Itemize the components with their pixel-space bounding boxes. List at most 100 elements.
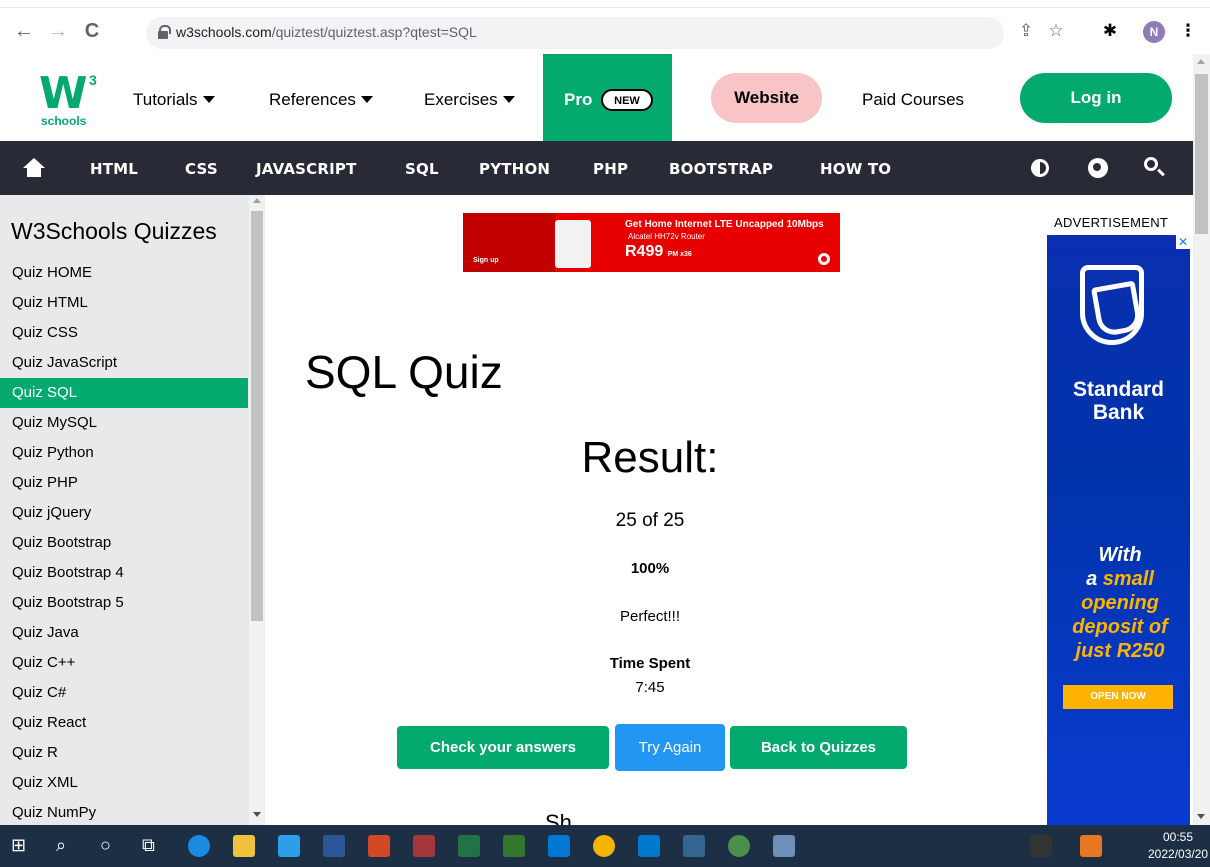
forward-arrow-icon[interactable]: → bbox=[46, 19, 70, 43]
result-heading: Result: bbox=[581, 433, 719, 482]
file-explorer-icon[interactable] bbox=[233, 835, 255, 857]
search-icon[interactable]: ⌕ bbox=[56, 834, 66, 856]
terminal-icon[interactable] bbox=[1030, 835, 1052, 857]
open-now-button[interactable]: OPEN NOW bbox=[1063, 685, 1173, 709]
paid-courses-link[interactable]: Paid Courses bbox=[862, 90, 964, 110]
page-scrollbar-thumb[interactable] bbox=[1195, 74, 1208, 234]
scroll-down-icon[interactable] bbox=[1197, 814, 1205, 819]
subnav-bootstrap[interactable]: BOOTSTRAP bbox=[669, 160, 773, 178]
profile-avatar[interactable]: N bbox=[1143, 21, 1165, 43]
app-icon[interactable] bbox=[773, 835, 795, 857]
subnav-python[interactable]: PYTHON bbox=[479, 160, 550, 178]
nav-exercises[interactable]: Exercises bbox=[424, 90, 515, 110]
website-button[interactable]: Website bbox=[711, 73, 822, 123]
project-icon[interactable] bbox=[503, 835, 525, 857]
scrollbar-thumb[interactable] bbox=[251, 211, 263, 621]
nav-pro[interactable]: Pro NEW bbox=[543, 54, 672, 141]
standard-bank-ad[interactable]: ✕ Standard Bank With a small opening dep… bbox=[1047, 235, 1190, 825]
slogan-line2b: small bbox=[1102, 568, 1154, 590]
nav-references[interactable]: References bbox=[269, 90, 373, 110]
subnav-javascript[interactable]: JAVASCRIPT bbox=[256, 160, 357, 178]
sidebar-item[interactable]: Quiz HOME bbox=[0, 258, 248, 288]
reload-icon[interactable]: C bbox=[80, 19, 104, 43]
ad-price-value: R499 bbox=[625, 243, 664, 260]
bookmark-star-icon[interactable]: ☆ bbox=[1044, 19, 1068, 43]
sidebar-item[interactable]: Quiz HTML bbox=[0, 288, 248, 318]
sidebar-item[interactable]: Quiz XML bbox=[0, 768, 248, 798]
globe-icon[interactable] bbox=[1088, 158, 1108, 178]
vscode-icon[interactable] bbox=[638, 835, 660, 857]
subnav-sql[interactable]: SQL bbox=[405, 160, 439, 178]
sidebar-item[interactable]: Quiz C# bbox=[0, 678, 248, 708]
main-content: Sign up Get Home Internet LTE Uncapped 1… bbox=[265, 195, 1035, 825]
outlook-icon[interactable] bbox=[548, 835, 570, 857]
pro-label: Pro bbox=[564, 90, 593, 109]
ad-price: R499 PM x36 bbox=[625, 243, 692, 261]
sidebar-item[interactable]: Quiz Bootstrap 5 bbox=[0, 588, 248, 618]
sidebar-item[interactable]: Quiz Java bbox=[0, 618, 248, 648]
url-text[interactable]: w3schools.com/quiztest/quiztest.asp?qtes… bbox=[176, 24, 477, 40]
ad-close-icon[interactable]: ✕ bbox=[1176, 235, 1190, 249]
chrome-profile-icon[interactable] bbox=[728, 835, 750, 857]
sidebar-item[interactable]: Quiz Bootstrap bbox=[0, 528, 248, 558]
sidebar-scrollbar[interactable] bbox=[249, 195, 265, 825]
login-button[interactable]: Log in bbox=[1020, 73, 1172, 123]
powerpoint-icon[interactable] bbox=[368, 835, 390, 857]
time-spent-label: Time Spent bbox=[609, 655, 691, 672]
sidebar-item[interactable]: Quiz PHP bbox=[0, 468, 248, 498]
chrome-icon[interactable] bbox=[593, 835, 615, 857]
subnav-php[interactable]: PHP bbox=[593, 160, 628, 178]
sidebar-item[interactable]: Quiz R bbox=[0, 738, 248, 768]
sidebar-item[interactable]: Quiz CSS bbox=[0, 318, 248, 348]
top-ad-banner[interactable]: Sign up Get Home Internet LTE Uncapped 1… bbox=[463, 213, 840, 272]
store-icon[interactable] bbox=[278, 835, 300, 857]
scroll-up-icon[interactable] bbox=[253, 198, 261, 203]
sidebar-item[interactable]: Quiz C++ bbox=[0, 648, 248, 678]
access-icon[interactable] bbox=[413, 835, 435, 857]
router-image bbox=[555, 220, 591, 268]
sidebar-item[interactable]: Quiz Bootstrap 4 bbox=[0, 558, 248, 588]
excel-icon[interactable] bbox=[458, 835, 480, 857]
sidebar-item[interactable]: Quiz NumPy bbox=[0, 798, 248, 825]
tray-app-icon[interactable] bbox=[1080, 835, 1102, 857]
subnav-how-to[interactable]: HOW TO bbox=[820, 160, 891, 178]
search-icon[interactable] bbox=[1144, 157, 1158, 171]
windows-start-icon[interactable]: ⊞ bbox=[11, 834, 26, 856]
sidebar-item[interactable]: Quiz MySQL bbox=[0, 408, 248, 438]
sidebar-item[interactable]: Quiz jQuery bbox=[0, 498, 248, 528]
taskbar-clock[interactable]: 00:55 2022/03/20 bbox=[1148, 829, 1208, 863]
nav-references-label: References bbox=[269, 90, 356, 109]
lock-icon bbox=[158, 25, 171, 39]
nav-exercises-label: Exercises bbox=[424, 90, 498, 109]
home-icon[interactable] bbox=[23, 158, 45, 178]
try-again-button[interactable]: Try Again bbox=[615, 724, 725, 771]
edge-icon[interactable] bbox=[188, 835, 210, 857]
sidebar-item[interactable]: Quiz JavaScript bbox=[0, 348, 248, 378]
cortana-icon[interactable]: ○ bbox=[100, 834, 111, 856]
sidebar-item[interactable]: Quiz SQL bbox=[0, 378, 248, 408]
back-arrow-icon[interactable]: ← bbox=[12, 19, 36, 43]
slogan-line1: With bbox=[1098, 544, 1142, 566]
back-to-quizzes-button[interactable]: Back to Quizzes bbox=[730, 726, 907, 769]
page-scrollbar[interactable] bbox=[1193, 54, 1210, 825]
scroll-up-icon[interactable] bbox=[1197, 59, 1205, 64]
check-answers-button[interactable]: Check your answers bbox=[397, 726, 609, 769]
subnav-css[interactable]: CSS bbox=[185, 160, 218, 178]
word-icon[interactable] bbox=[323, 835, 345, 857]
sidebar-item[interactable]: Quiz React bbox=[0, 708, 248, 738]
extensions-icon[interactable]: ✱ bbox=[1098, 19, 1122, 43]
w3schools-logo[interactable]: W 3 schools bbox=[35, 72, 101, 129]
address-bar[interactable]: w3schools.com/quiztest/quiztest.asp?qtes… bbox=[146, 17, 1004, 49]
contrast-icon[interactable] bbox=[1031, 159, 1049, 177]
share-icon[interactable]: ⇪ bbox=[1014, 19, 1038, 43]
bank-shield-logo-icon bbox=[1080, 265, 1144, 345]
task-view-icon[interactable]: ⧉ bbox=[142, 834, 155, 856]
slogan-line4: deposit of bbox=[1072, 616, 1168, 638]
scroll-down-icon[interactable] bbox=[253, 812, 261, 817]
subnav-html[interactable]: HTML bbox=[90, 160, 138, 178]
kebab-menu-icon[interactable]: ⋮ bbox=[1176, 19, 1200, 43]
postgresql-icon[interactable] bbox=[683, 835, 705, 857]
sidebar-item[interactable]: Quiz Python bbox=[0, 438, 248, 468]
nav-tutorials[interactable]: Tutorials bbox=[133, 90, 215, 110]
sidebar-title: W3Schools Quizzes bbox=[11, 218, 217, 244]
